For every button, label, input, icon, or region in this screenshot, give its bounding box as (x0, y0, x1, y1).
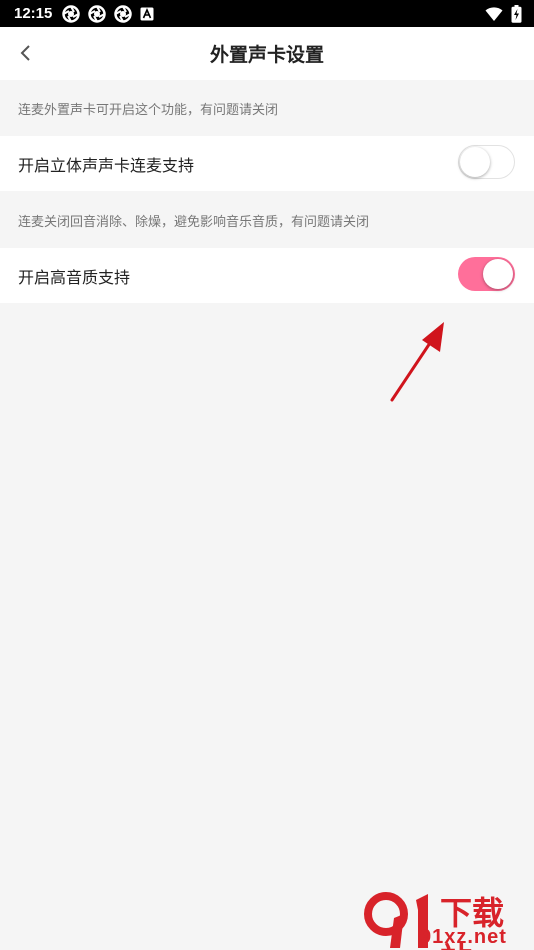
notification-aperture-icon (62, 4, 81, 23)
toggle-knob (460, 147, 490, 177)
notification-icons (62, 4, 154, 23)
system-icons (485, 4, 522, 23)
high-quality-toggle[interactable] (458, 257, 515, 291)
wifi-icon (485, 6, 503, 21)
stereo-card-toggle[interactable] (458, 145, 515, 179)
status-bar: 12:15 (0, 0, 534, 27)
high-quality-hint: 连麦关闭回音消除、除燥，避免影响音乐音质，有问题请关闭 (18, 215, 370, 230)
annotation-arrow-icon (390, 322, 444, 402)
toggle-knob (483, 259, 513, 289)
chevron-left-icon (20, 45, 30, 61)
stereo-card-hint: 连麦外置声卡可开启这个功能，有问题请关闭 (18, 103, 279, 118)
status-time: 12:15 (14, 5, 53, 22)
notification-a-icon (140, 7, 154, 20)
notification-aperture-icon (114, 4, 133, 23)
back-button[interactable] (8, 35, 44, 71)
watermark-brand-bottom: 91xz.net (420, 926, 507, 948)
stereo-card-label: 开启立体声声卡连麦支持 (18, 155, 195, 175)
stereo-card-setting-row: 开启立体声声卡连麦支持 (0, 136, 534, 191)
notification-aperture-icon (88, 4, 107, 23)
battery-charging-icon (511, 4, 522, 23)
high-quality-label: 开启高音质支持 (18, 267, 131, 287)
page-title: 外置声卡设置 (209, 44, 324, 66)
high-quality-setting-row: 开启高音质支持 (0, 248, 534, 303)
app-header: 外置声卡设置 (0, 27, 534, 80)
